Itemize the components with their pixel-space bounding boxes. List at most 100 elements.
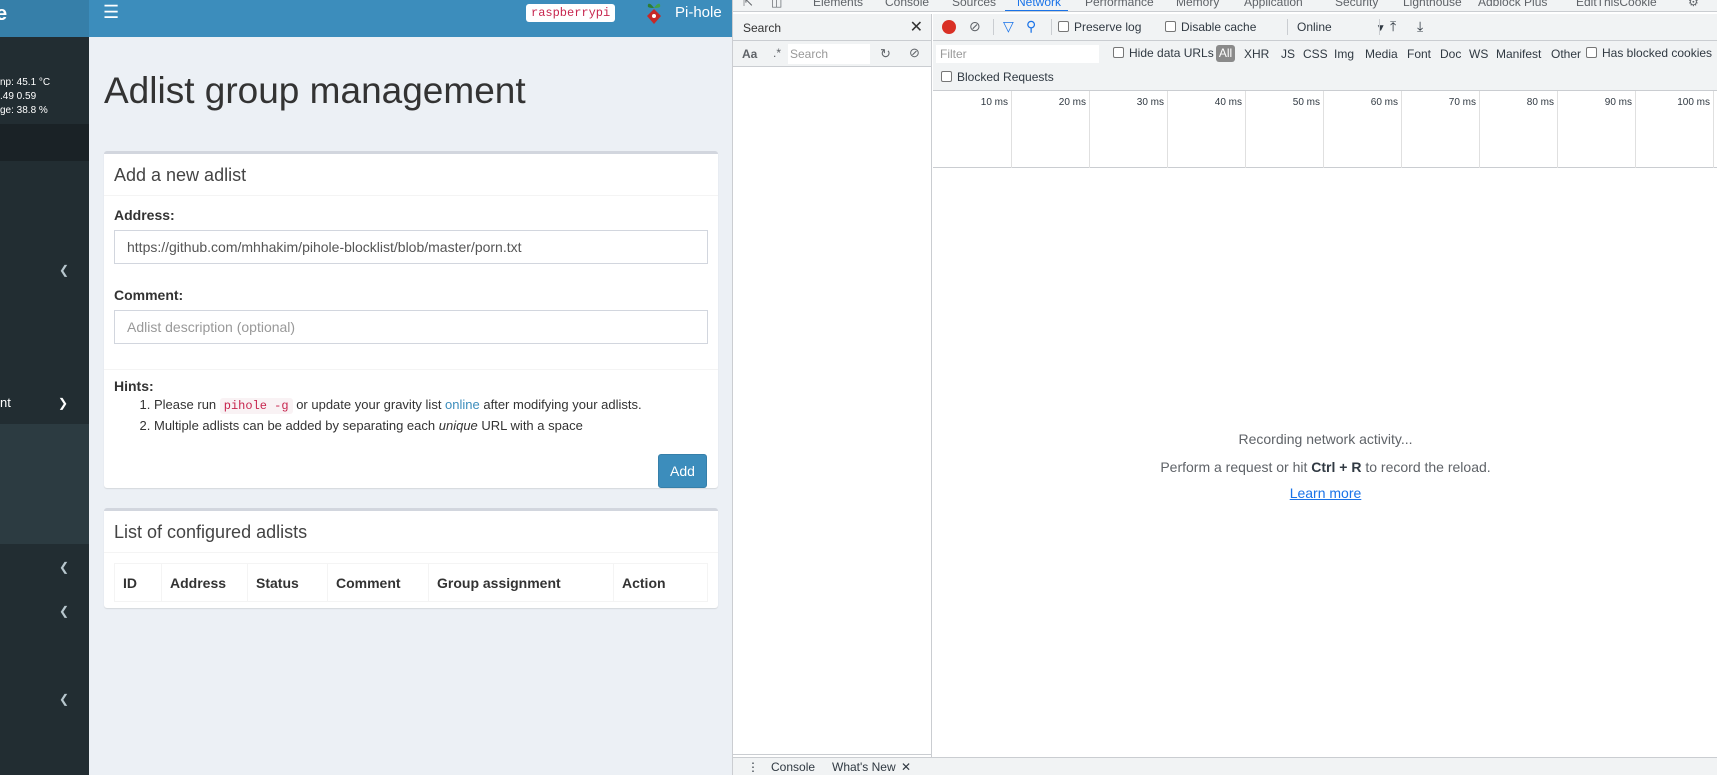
filter-input[interactable]: Filter [936,45,1099,63]
add-adlist-box: Add a new adlist Address: https://github… [104,151,718,488]
blocked-requests-checkbox[interactable]: Blocked Requests [941,70,1054,84]
clear-icon[interactable]: ⊘ [969,18,981,35]
chevron-down-icon: ❯ [58,396,69,410]
preserve-log-checkbox[interactable]: Preserve log [1058,20,1141,34]
column-header-group-assignment[interactable]: Group assignment [428,563,614,602]
tab-network[interactable]: Network [1017,0,1061,9]
sidebar-section-header [0,124,89,161]
command-code: pihole -g [219,398,293,414]
column-header-comment[interactable]: Comment [327,563,429,602]
has-blocked-cookies-checkbox[interactable]: Has blocked cookies [1586,46,1712,60]
filter-type-xhr[interactable]: XHR [1244,47,1269,61]
address-input[interactable]: https://github.com/mhhakim/pihole-blockl… [114,230,708,264]
timeline-tick-label: 100 ms [1677,97,1710,108]
comment-input[interactable]: Adlist description (optional) [114,310,708,344]
add-button[interactable]: Add [658,454,707,488]
column-header-id[interactable]: ID [114,563,162,602]
record-icon[interactable] [942,20,956,34]
timeline-gridline [1401,91,1402,168]
drawer-menu-icon[interactable]: ⋮ [747,760,759,774]
filter-type-js[interactable]: JS [1281,47,1295,61]
chevron-left-icon[interactable]: ❮ [58,264,70,276]
main-content: Adlist group management Add a new adlist… [89,37,732,775]
inspect-icon[interactable]: ⇱ [743,0,753,9]
regex-toggle[interactable]: .* [773,46,781,60]
refresh-icon[interactable]: ↻ [880,46,891,62]
tab-editthiscookie[interactable]: EditThisCookie [1576,0,1657,9]
chevron-left-icon[interactable]: ❮ [58,693,70,705]
system-stats: np: 45.1 °C .49 0.59 ge: 38.8 % [0,76,50,118]
sidebar-logo[interactable]: e [0,0,89,37]
drawer-tab-console[interactable]: Console [771,760,815,774]
adlist-table: ID Address Status Comment Group assignme… [114,563,708,602]
timeline-gridline [1479,91,1480,168]
adlist-table-box: List of configured adlists ID Address St… [104,508,718,608]
timeline-tick-label: 50 ms [1292,97,1320,108]
filter-type-media[interactable]: Media [1365,47,1398,61]
chevron-left-icon[interactable]: ❮ [58,605,70,617]
filter-type-doc[interactable]: Doc [1440,47,1461,61]
tab-lighthouse[interactable]: Lighthouse [1403,0,1462,9]
stat-memory: ge: 38.8 % [0,105,48,116]
online-link[interactable]: online [445,397,480,412]
search-panel: Search ✕ Aa .* Search ↻ ⊘ [733,14,932,757]
timeline-gridline [1167,91,1168,168]
hide-data-urls-checkbox[interactable]: Hide data URLs [1113,46,1214,60]
hints-section: Hints: Please run pihole -g or update yo… [114,377,642,436]
tab-security[interactable]: Security [1335,0,1378,9]
device-toggle-icon[interactable]: ◫ [771,0,782,9]
brand-name[interactable]: Pi-hole [675,4,722,22]
filter-type-ws[interactable]: WS [1469,47,1488,61]
page-title: Adlist group management [104,70,526,111]
close-icon[interactable]: ✕ [901,760,911,774]
match-case-toggle[interactable]: Aa [742,47,757,61]
stat-load: .49 0.59 [0,91,37,102]
box-title: Add a new adlist [104,154,718,196]
network-overview-timeline[interactable]: 10 ms 20 ms 30 ms 40 ms 50 ms 60 ms 70 ms 80 ms… [933,91,1717,168]
search-icon[interactable]: ⚲ [1026,18,1036,35]
hostname-badge: raspberrypi [526,4,616,22]
clear-icon[interactable]: ⊘ [909,45,920,61]
tab-memory[interactable]: Memory [1176,0,1219,9]
tab-sources[interactable]: Sources [952,0,996,9]
stat-temperature: np: 45.1 °C [0,77,51,88]
column-header-status[interactable]: Status [247,563,328,602]
tab-elements[interactable]: Elements [813,0,863,9]
settings-gear-icon[interactable]: ⚙ [1688,0,1699,9]
drawer-tab-whats-new[interactable]: What's New [832,760,896,774]
timeline-gridline [1557,91,1558,168]
timeline-tick-label: 60 ms [1370,97,1398,108]
tab-adblock-plus[interactable]: Adblock Plus [1478,0,1547,9]
timeline-tick-label: 80 ms [1526,97,1554,108]
filter-type-other[interactable]: Other [1551,47,1581,61]
shortcut-keys: Ctrl + R [1311,459,1362,475]
column-header-action[interactable]: Action [613,563,708,602]
sidebar-item-group-management[interactable]: nt ❯ [0,393,89,413]
filter-type-css[interactable]: CSS [1303,47,1328,61]
timeline-gridline [1089,91,1090,168]
chevron-left-icon[interactable]: ❮ [58,561,70,573]
close-icon[interactable]: ✕ [910,17,923,37]
sidebar-submenu [0,424,89,544]
filter-type-all[interactable]: All [1216,45,1235,62]
export-har-icon[interactable]: ⤓ [1417,18,1423,35]
tab-performance[interactable]: Performance [1085,0,1154,9]
tab-application[interactable]: Application [1244,0,1303,9]
comment-label: Comment: [114,287,184,303]
import-har-icon[interactable]: ⤒ [1390,18,1396,35]
throttling-select[interactable]: Online ▼ [1297,20,1386,34]
hint-item: Please run pihole -g or update your grav… [154,395,642,416]
filter-type-img[interactable]: Img [1334,47,1354,61]
search-input[interactable]: Search [788,44,870,64]
address-label: Address: [114,207,175,223]
tab-console[interactable]: Console [885,0,929,9]
disable-cache-checkbox[interactable]: Disable cache [1165,20,1256,34]
column-header-address[interactable]: Address [161,563,248,602]
hint-item: Multiple adlists can be added by separat… [154,416,642,436]
filter-icon[interactable]: ▽ [1003,18,1014,35]
filter-type-font[interactable]: Font [1407,47,1431,61]
learn-more-link[interactable]: Learn more [933,485,1717,501]
filter-type-manifest[interactable]: Manifest [1496,47,1541,61]
timeline-tick-label: 30 ms [1136,97,1164,108]
menu-toggle-icon[interactable]: ☰ [103,2,119,22]
